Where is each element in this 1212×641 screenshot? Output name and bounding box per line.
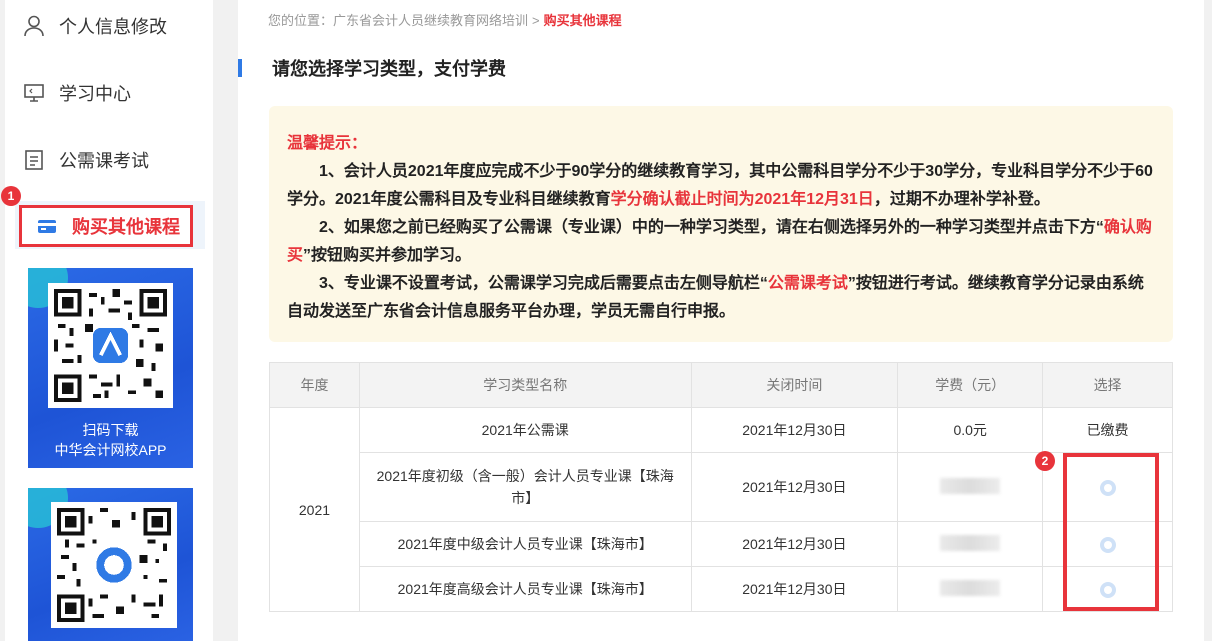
- sidebar-item-label: 个人信息修改: [59, 17, 167, 37]
- table-row: 2021 2021年公需课 2021年12月30日 0.0元 已缴费: [269, 407, 1173, 612]
- header-year: 年度: [269, 362, 360, 408]
- user-icon: [23, 15, 45, 37]
- table-row: 2021年度高级会计人员专业课【珠海市】 2021年12月30日: [270, 566, 1173, 612]
- type-name-cell: 2021年度高级会计人员专业课【珠海市】: [358, 566, 692, 612]
- blurred-fee: [940, 477, 1001, 494]
- sidebar-item-study-center[interactable]: 学习中心: [23, 73, 131, 113]
- select-cell: [1042, 452, 1173, 522]
- sidebar: 个人信息修改 学习中心 公需课考试 购买其他课程 1 扫码下载 中华会计网校AP…: [1, 0, 213, 641]
- course-type-table: 年度 学习类型名称 关闭时间 学费（元） 选择 2021 2021年公需课 20…: [269, 362, 1173, 612]
- step-badge: 1: [1, 186, 21, 206]
- qr-code-image: [51, 502, 177, 628]
- notice-paragraph-3: 3、专业课不设置考试，公需课学习完成后需要点击左侧导航栏“公需课考试”按钮进行考…: [287, 275, 1144, 320]
- breadcrumb-parent-link[interactable]: 广东省会计人员继续教育网络培训: [333, 13, 528, 28]
- sidebar-item-label: 学习中心: [59, 84, 131, 104]
- sidebar-item-profile[interactable]: 个人信息修改: [23, 6, 167, 46]
- notice-box: 温馨提示： 1、会计人员2021年度应完成不少于90学分的继续教育学习，其中公需…: [269, 106, 1173, 342]
- qr-caption: 扫码下载 中华会计网校APP: [54, 422, 167, 458]
- header-select: 选择: [1042, 362, 1173, 408]
- select-radio[interactable]: [1099, 536, 1116, 553]
- sidebar-item-exam[interactable]: 公需课考试: [23, 140, 149, 180]
- fee-cell: [897, 521, 1044, 567]
- close-time-cell: 2021年12月30日: [690, 452, 899, 522]
- qr-code-image: [48, 283, 173, 408]
- type-name-cell: 2021年度中级会计人员专业课【珠海市】: [358, 521, 692, 567]
- type-name-cell: 2021年公需课: [358, 407, 692, 453]
- year-cell: 2021: [269, 407, 360, 612]
- table-row: 2021年度中级会计人员专业课【珠海市】 2021年12月30日: [270, 521, 1173, 567]
- close-time-cell: 2021年12月30日: [690, 566, 899, 612]
- fee-cell: [897, 452, 1044, 522]
- step-badge: 2: [1035, 451, 1055, 471]
- notice-paragraph-1: 1、会计人员2021年度应完成不少于90学分的继续教育学习，其中公需科目学分不少…: [287, 163, 1153, 208]
- header-type-name: 学习类型名称: [358, 362, 692, 408]
- select-radio[interactable]: [1099, 581, 1116, 598]
- paid-status: 已缴费: [1042, 407, 1173, 453]
- fee-cell: 0.0元: [897, 407, 1044, 453]
- blurred-fee: [940, 579, 1001, 596]
- type-name-cell: 2021年度初级（含一般）会计人员专业课【珠海市】: [358, 452, 692, 522]
- close-time-cell: 2021年12月30日: [690, 521, 899, 567]
- section-title: 请您选择学习类型，支付学费: [238, 56, 506, 80]
- monitor-icon: [23, 82, 45, 104]
- header-close-time: 关闭时间: [690, 362, 899, 408]
- sidebar-item-buy-courses[interactable]: 购买其他课程: [19, 205, 193, 247]
- wechat-qr-card: [28, 488, 193, 641]
- sidebar-item-label: 购买其他课程: [72, 217, 180, 237]
- header-fee: 学费（元）: [897, 362, 1044, 408]
- notice-heading: 温馨提示：: [287, 135, 368, 152]
- sidebar-item-label: 公需课考试: [59, 151, 149, 171]
- notice-paragraph-2: 2、如果您之前已经购买了公需课（专业课）中的一种学习类型，请在右侧选择另外的一种…: [287, 219, 1152, 264]
- title-accent-bar: [238, 59, 242, 77]
- app-download-qr-card: 扫码下载 中华会计网校APP: [28, 268, 193, 468]
- breadcrumb-current: 购买其他课程: [543, 13, 622, 28]
- exam-doc-icon: [23, 149, 45, 171]
- blurred-fee: [940, 534, 1001, 551]
- table-header-row: 年度 学习类型名称 关闭时间 学费（元） 选择: [269, 362, 1173, 408]
- fee-cell: [897, 566, 1044, 612]
- breadcrumb: 您的位置：广东省会计人员继续教育网络培训 > 购买其他课程: [268, 13, 622, 28]
- select-radio[interactable]: [1099, 479, 1116, 496]
- select-cell: [1042, 521, 1173, 567]
- select-cell: [1042, 566, 1173, 612]
- main-panel: 您的位置：广东省会计人员继续教育网络培训 > 购买其他课程 请您选择学习类型，支付学…: [238, 0, 1204, 641]
- close-time-cell: 2021年12月30日: [690, 407, 899, 453]
- wallet-icon: [36, 215, 58, 237]
